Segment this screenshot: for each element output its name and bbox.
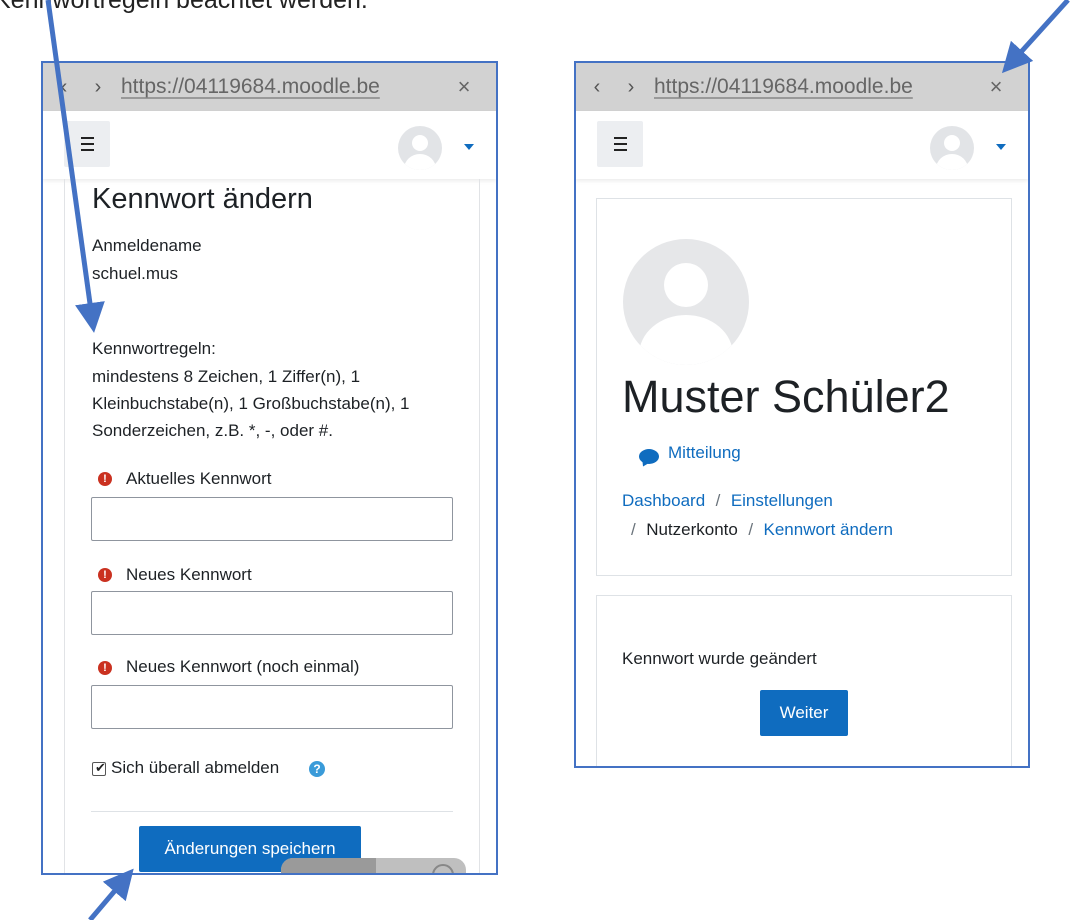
required-icon bbox=[98, 659, 112, 677]
status-card: Kennwort wurde geändert Weiter bbox=[596, 595, 1012, 766]
forward-icon[interactable]: › bbox=[81, 63, 115, 111]
new-password-repeat-input[interactable] bbox=[91, 685, 453, 729]
password-rules-heading: Kennwortregeln: bbox=[92, 339, 216, 358]
username-value: schuel.mus bbox=[92, 264, 178, 283]
user-avatar-icon[interactable] bbox=[398, 126, 442, 170]
logout-everywhere-checkbox[interactable]: ✔ bbox=[92, 760, 106, 776]
current-password-input[interactable] bbox=[91, 497, 453, 541]
forward-icon[interactable]: › bbox=[614, 63, 648, 111]
arrow-to-save-button bbox=[88, 868, 134, 920]
url-text[interactable]: https://04119684.moodle.be bbox=[654, 75, 976, 99]
caption-text: Kennwortregeln beachtet werden. bbox=[0, 0, 368, 14]
browser-url-bar: ‹ › https://04119684.moodle.be × bbox=[576, 63, 1028, 111]
password-change-screen: ‹ › https://04119684.moodle.be × Kennwor… bbox=[41, 61, 498, 875]
user-menu-caret-icon[interactable] bbox=[464, 144, 474, 150]
status-message: Kennwort wurde geändert bbox=[622, 649, 817, 668]
password-rules-text: mindestens 8 Zeichen, 1 Ziffer(n), 1 Kle… bbox=[92, 367, 410, 440]
required-icon bbox=[98, 470, 112, 488]
breadcrumb-separator: / bbox=[748, 520, 754, 539]
form-divider bbox=[91, 811, 453, 812]
overlay-bar-segment bbox=[281, 858, 376, 873]
message-link[interactable]: Mitteilung bbox=[668, 443, 741, 463]
checkmark-icon: ✔ bbox=[95, 760, 106, 775]
moodle-navbar bbox=[43, 111, 496, 179]
logout-everywhere-label: Sich überall abmelden bbox=[111, 758, 280, 777]
continue-button[interactable]: Weiter bbox=[760, 690, 848, 736]
close-icon[interactable]: × bbox=[976, 63, 1016, 111]
breadcrumb-nutzerkonto: Nutzerkonto bbox=[646, 520, 738, 539]
user-menu-caret-icon[interactable] bbox=[996, 144, 1006, 150]
breadcrumb: Dashboard / Einstellungen bbox=[622, 491, 833, 511]
username-label: Anmeldename bbox=[92, 236, 202, 255]
url-text[interactable]: https://04119684.moodle.be bbox=[121, 75, 444, 99]
new-password-repeat-label: Neues Kennwort (noch einmal) bbox=[126, 657, 360, 676]
breadcrumb-einstellungen[interactable]: Einstellungen bbox=[731, 491, 833, 510]
breadcrumb-separator: / bbox=[631, 520, 636, 539]
hamburger-menu-icon[interactable] bbox=[64, 121, 110, 167]
profile-avatar bbox=[623, 239, 749, 365]
new-password-input[interactable] bbox=[91, 591, 453, 635]
back-icon[interactable]: ‹ bbox=[47, 63, 81, 111]
user-avatar-icon[interactable] bbox=[930, 126, 974, 170]
help-icon[interactable]: ? bbox=[309, 761, 325, 777]
browser-url-bar: ‹ › https://04119684.moodle.be × bbox=[43, 63, 496, 111]
password-form-card: Kennwort ändern Anmeldename schuel.mus K… bbox=[64, 179, 480, 873]
breadcrumb: / Nutzerkonto / Kennwort ändern bbox=[631, 520, 893, 540]
breadcrumb-dashboard[interactable]: Dashboard bbox=[622, 491, 705, 510]
moodle-navbar bbox=[576, 111, 1028, 179]
profile-header-card: Muster Schüler2 Mitteilung Dashboard / E… bbox=[596, 198, 1012, 576]
back-icon[interactable]: ‹ bbox=[580, 63, 614, 111]
new-password-label: Neues Kennwort bbox=[126, 565, 252, 584]
required-icon bbox=[98, 566, 112, 584]
hamburger-menu-icon[interactable] bbox=[597, 121, 643, 167]
message-icon[interactable] bbox=[639, 449, 659, 464]
profile-name: Muster Schüler2 bbox=[622, 371, 950, 422]
arrow-to-close-button bbox=[1001, 0, 1070, 74]
breadcrumb-kennwort-aendern[interactable]: Kennwort ändern bbox=[764, 520, 893, 539]
current-password-label: Aktuelles Kennwort bbox=[126, 469, 272, 488]
page-title: Kennwort ändern bbox=[92, 183, 313, 215]
close-icon[interactable]: × bbox=[444, 63, 484, 111]
breadcrumb-separator: / bbox=[715, 491, 721, 510]
password-changed-screen: ‹ › https://04119684.moodle.be × Muster … bbox=[574, 61, 1030, 768]
